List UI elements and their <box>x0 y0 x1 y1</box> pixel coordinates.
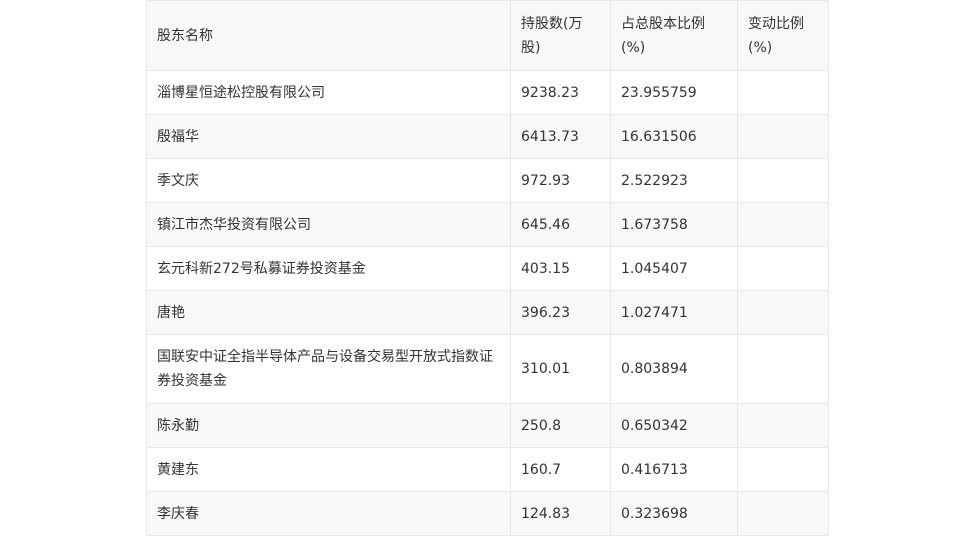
table-row: 国联安中证全指半导体产品与设备交易型开放式指数证券投资基金 310.01 0.8… <box>146 334 829 404</box>
header-change-ratio: 变动比例(%) <box>737 0 829 71</box>
cell-shares: 9238.23 <box>510 70 611 115</box>
cell-change <box>737 114 829 159</box>
cell-shares: 396.23 <box>510 290 611 335</box>
cell-ratio: 16.631506 <box>610 114 738 159</box>
cell-change <box>737 202 829 247</box>
cell-ratio: 0.803894 <box>610 334 738 404</box>
cell-change <box>737 290 829 335</box>
table-row: 镇江市杰华投资有限公司 645.46 1.673758 <box>146 202 829 247</box>
cell-name: 国联安中证全指半导体产品与设备交易型开放式指数证券投资基金 <box>146 334 511 404</box>
cell-change <box>737 334 829 404</box>
cell-shares: 645.46 <box>510 202 611 247</box>
cell-change <box>737 447 829 492</box>
cell-name: 镇江市杰华投资有限公司 <box>146 202 511 247</box>
shareholder-table-container: 股东名称 持股数(万股) 占总股本比例(%) 变动比例(%) 淄博星恒途松控股有… <box>146 0 829 536</box>
cell-ratio: 1.045407 <box>610 246 738 291</box>
cell-ratio: 1.673758 <box>610 202 738 247</box>
shareholder-table: 股东名称 持股数(万股) 占总股本比例(%) 变动比例(%) 淄博星恒途松控股有… <box>146 0 829 536</box>
cell-shares: 403.15 <box>510 246 611 291</box>
cell-change <box>737 491 829 536</box>
cell-shares: 310.01 <box>510 334 611 404</box>
table-row: 陈永勤 250.8 0.650342 <box>146 403 829 448</box>
table-row: 淄博星恒途松控股有限公司 9238.23 23.955759 <box>146 70 829 115</box>
cell-shares: 124.83 <box>510 491 611 536</box>
cell-name: 淄博星恒途松控股有限公司 <box>146 70 511 115</box>
cell-shares: 972.93 <box>510 158 611 203</box>
cell-name: 殷福华 <box>146 114 511 159</box>
cell-ratio: 1.027471 <box>610 290 738 335</box>
table-row: 唐艳 396.23 1.027471 <box>146 290 829 335</box>
table-row: 玄元科新272号私募证券投资基金 403.15 1.045407 <box>146 246 829 291</box>
cell-ratio: 0.416713 <box>610 447 738 492</box>
table-row: 黄建东 160.7 0.416713 <box>146 447 829 492</box>
table-header-row: 股东名称 持股数(万股) 占总股本比例(%) 变动比例(%) <box>146 0 829 71</box>
cell-shares: 6413.73 <box>510 114 611 159</box>
cell-change <box>737 246 829 291</box>
cell-name: 陈永勤 <box>146 403 511 448</box>
table-row: 殷福华 6413.73 16.631506 <box>146 114 829 159</box>
cell-ratio: 2.522923 <box>610 158 738 203</box>
header-shares-held: 持股数(万股) <box>510 0 611 71</box>
cell-name: 玄元科新272号私募证券投资基金 <box>146 246 511 291</box>
cell-shares: 250.8 <box>510 403 611 448</box>
cell-ratio: 23.955759 <box>610 70 738 115</box>
cell-shares: 160.7 <box>510 447 611 492</box>
cell-name: 黄建东 <box>146 447 511 492</box>
table-row: 季文庆 972.93 2.522923 <box>146 158 829 203</box>
cell-change <box>737 158 829 203</box>
cell-name: 李庆春 <box>146 491 511 536</box>
cell-name: 季文庆 <box>146 158 511 203</box>
cell-change <box>737 403 829 448</box>
header-shareholder-name: 股东名称 <box>146 0 511 71</box>
cell-ratio: 0.650342 <box>610 403 738 448</box>
cell-change <box>737 70 829 115</box>
table-row: 李庆春 124.83 0.323698 <box>146 491 829 536</box>
header-share-ratio: 占总股本比例(%) <box>610 0 738 71</box>
cell-name: 唐艳 <box>146 290 511 335</box>
cell-ratio: 0.323698 <box>610 491 738 536</box>
